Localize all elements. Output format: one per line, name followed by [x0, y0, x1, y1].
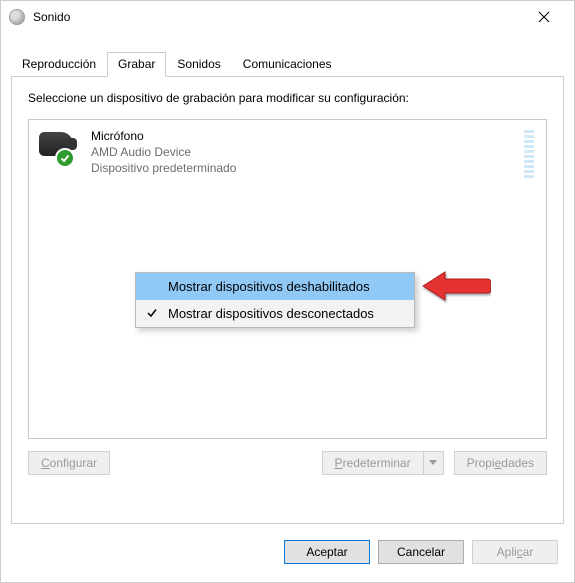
set-default-button: Predeterminar [322, 451, 424, 475]
chevron-down-icon [424, 451, 444, 475]
dialog-button-bar: Aceptar Cancelar Aplicar [1, 524, 574, 580]
close-icon [538, 11, 550, 23]
device-item-microphone[interactable]: Micrófono AMD Audio Device Dispositivo p… [29, 120, 546, 186]
device-listbox[interactable]: Micrófono AMD Audio Device Dispositivo p… [28, 119, 547, 439]
tab-page-record: Seleccione un dispositivo de grabación p… [11, 77, 564, 524]
device-status: Dispositivo predeterminado [91, 160, 236, 176]
tab-record[interactable]: Grabar [107, 52, 166, 77]
configure-button: Configurar [28, 451, 110, 475]
device-labels: Micrófono AMD Audio Device Dispositivo p… [91, 128, 236, 177]
annotation-arrow-icon [421, 267, 491, 305]
device-name: Micrófono [91, 128, 236, 144]
titlebar: Sonido [1, 1, 574, 33]
tab-sounds[interactable]: Sonidos [166, 52, 231, 77]
sound-dialog: Sonido Reproducción Grabar Sonidos Comun… [0, 0, 575, 583]
microphone-icon [39, 128, 81, 166]
level-meter [524, 128, 536, 178]
tab-playback[interactable]: Reproducción [11, 52, 107, 77]
set-default-splitbutton: Predeterminar [322, 451, 444, 475]
ok-button[interactable]: Aceptar [284, 540, 370, 564]
checkmark-icon [146, 306, 158, 321]
tab-footer: Configurar Predeterminar Propiedades [28, 451, 547, 475]
instruction-text: Seleccione un dispositivo de grabación p… [28, 91, 547, 105]
properties-button: Propiedades [454, 451, 547, 475]
tab-communications[interactable]: Comunicaciones [232, 52, 343, 77]
close-button[interactable] [522, 2, 566, 32]
sound-icon [9, 9, 25, 25]
window-title: Sonido [33, 10, 70, 24]
menu-item-show-disconnected[interactable]: Mostrar dispositivos desconectados [136, 300, 414, 327]
menu-item-show-disabled[interactable]: Mostrar dispositivos deshabilitados [136, 273, 414, 300]
default-check-icon [55, 148, 75, 168]
device-driver: AMD Audio Device [91, 144, 236, 160]
menu-item-label: Mostrar dispositivos desconectados [168, 306, 374, 321]
cancel-button[interactable]: Cancelar [378, 540, 464, 564]
tab-strip: Reproducción Grabar Sonidos Comunicacion… [11, 51, 564, 77]
apply-button: Aplicar [472, 540, 558, 564]
context-menu: Mostrar dispositivos deshabilitados Most… [135, 272, 415, 328]
